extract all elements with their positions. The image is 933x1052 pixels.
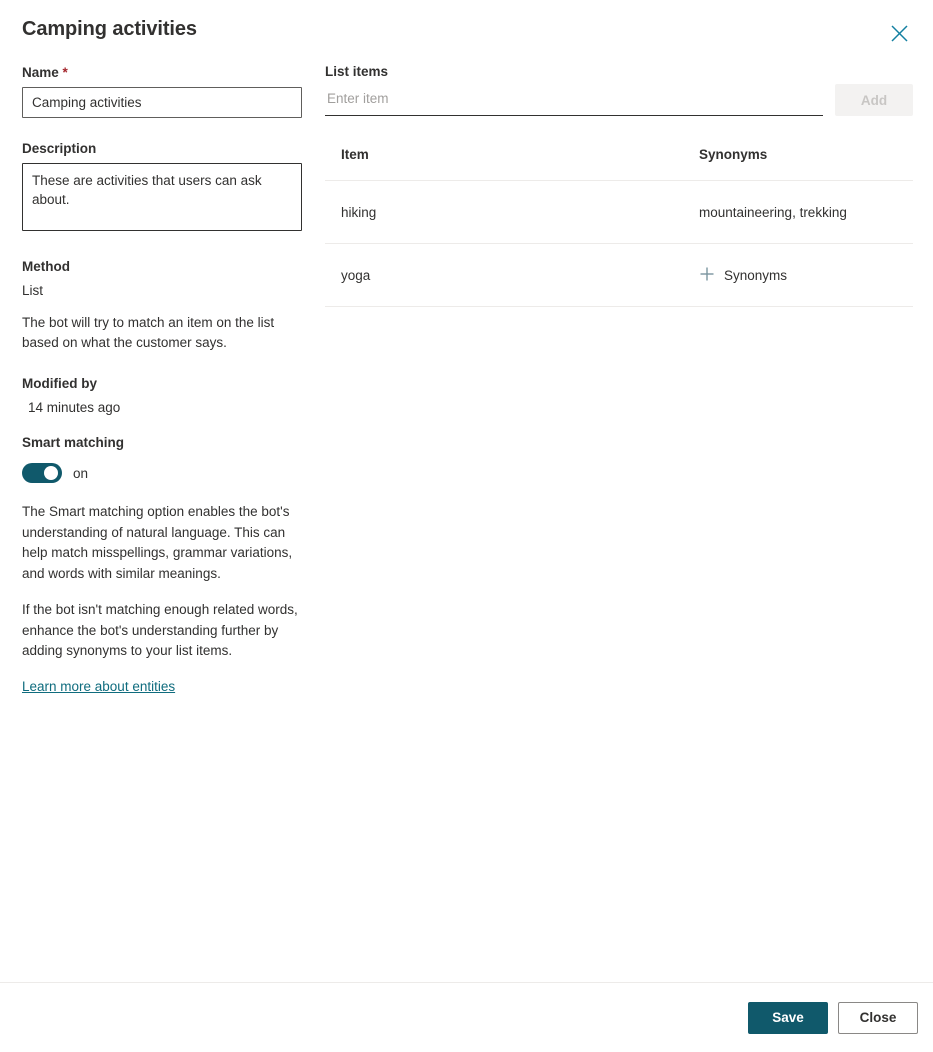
- description-textarea[interactable]: [22, 163, 302, 231]
- close-button[interactable]: Close: [838, 1001, 918, 1034]
- add-item-button[interactable]: Add: [835, 84, 913, 116]
- table-row[interactable]: hiking mountaineering, trekking: [325, 180, 913, 244]
- name-field-label: Name *: [22, 64, 304, 82]
- learn-more-link[interactable]: Learn more about entities: [22, 679, 175, 694]
- close-icon: [890, 24, 909, 43]
- list-items-table: Item Synonyms hiking mountaineering, tre…: [325, 147, 913, 307]
- add-synonyms-button[interactable]: Synonyms: [699, 266, 787, 285]
- cell-item: hiking: [325, 180, 685, 244]
- save-button[interactable]: Save: [748, 1001, 828, 1034]
- toggle-knob: [44, 466, 58, 480]
- required-indicator: *: [62, 65, 68, 80]
- name-label-text: Name: [22, 65, 59, 80]
- method-label: Method: [22, 259, 70, 274]
- close-panel-button[interactable]: [882, 16, 916, 50]
- add-synonyms-label: Synonyms: [724, 267, 788, 283]
- new-item-input[interactable]: [325, 84, 823, 116]
- panel-header: Camping activities: [0, 0, 933, 64]
- smart-matching-state: on: [73, 465, 89, 481]
- cell-synonyms: Synonyms: [685, 243, 913, 307]
- panel-footer: Save Close: [0, 982, 933, 1052]
- smart-matching-label: Smart matching: [22, 435, 125, 450]
- cell-item: yoga: [325, 243, 685, 307]
- smart-matching-paragraph-2: If the bot isn't matching enough related…: [22, 602, 298, 658]
- smart-matching-toggle-row: on: [22, 463, 304, 483]
- add-item-row: Add: [325, 84, 913, 116]
- table-row[interactable]: yoga Synonyms: [325, 243, 913, 307]
- modified-by-value: 14 minutes ago: [28, 400, 121, 415]
- list-items-column: List items Add Item Synonyms hiking moun…: [325, 64, 913, 307]
- table-header-row: Item Synonyms: [325, 147, 913, 181]
- column-header-synonyms: Synonyms: [685, 147, 913, 181]
- list-items-label: List items: [325, 64, 389, 79]
- description-field-label: Description: [22, 141, 97, 156]
- method-help-text: The bot will try to match an item on the…: [22, 315, 275, 350]
- entity-detail-panel: Camping activities Name * Description Me: [0, 0, 933, 1052]
- name-input[interactable]: [22, 87, 302, 118]
- modified-by-label: Modified by: [22, 376, 97, 391]
- page-title: Camping activities: [22, 18, 197, 40]
- settings-column: Name * Description Method List The bot w…: [22, 64, 304, 696]
- method-value: List: [22, 283, 44, 298]
- column-header-item: Item: [325, 147, 685, 181]
- panel-body: Name * Description Method List The bot w…: [0, 64, 933, 982]
- plus-icon: [699, 266, 715, 285]
- cell-synonyms[interactable]: mountaineering, trekking: [685, 180, 913, 244]
- smart-matching-toggle[interactable]: [22, 463, 62, 483]
- smart-matching-paragraph-1: The Smart matching option enables the bo…: [22, 504, 293, 581]
